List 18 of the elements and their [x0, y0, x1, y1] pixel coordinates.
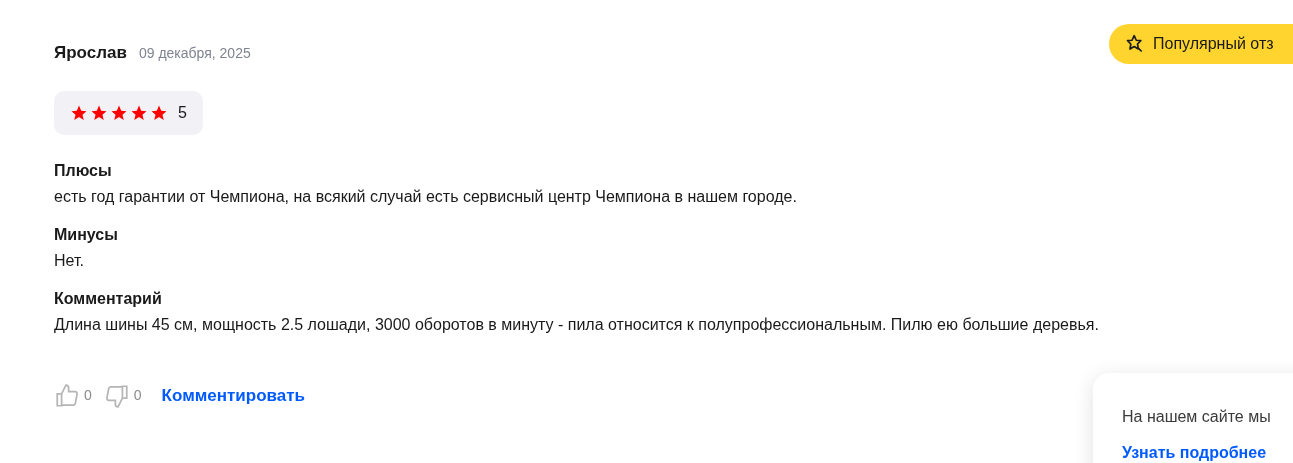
sparkle-star-icon — [1125, 34, 1145, 54]
section-title: Плюсы — [54, 160, 113, 181]
review-date: 09 декабря, 2025 — [138, 44, 251, 63]
thumbs-down-icon — [103, 382, 130, 409]
cookie-text: На нашем сайте мы — [1122, 407, 1272, 427]
dislike-button[interactable]: 0 — [103, 382, 142, 409]
section-text: есть год гарантии от Чемпиона, на всякий случай есть сервисный центр Чемпиона в нашем городе. — [54, 186, 798, 207]
section-text: Длина шины 45 см, мощность 2.5 лошади, 3000 оборотов в минуту - пила относится к полупрофессиональным. Пилю ею большие деревья. — [54, 314, 1100, 335]
author-name: Ярослав — [54, 42, 127, 64]
comment-link[interactable]: Комментировать — [161, 382, 305, 409]
badge-label: Популярный отз — [1153, 34, 1274, 54]
learn-more-link[interactable]: Узнать подробнее — [1122, 441, 1293, 463]
thumbs-up-icon — [54, 382, 80, 409]
rating-value: 5 — [178, 102, 187, 123]
like-button[interactable]: 0 — [54, 382, 92, 409]
section-title: Комментарий — [54, 288, 163, 309]
section-title: Минусы — [54, 224, 119, 245]
section-text: Нет. — [54, 250, 85, 271]
